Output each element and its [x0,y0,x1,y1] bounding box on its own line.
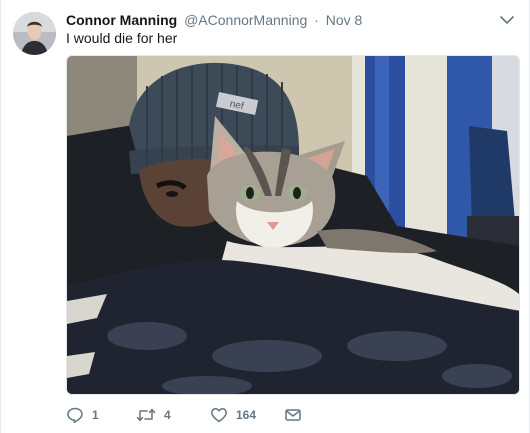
avatar[interactable] [13,12,56,55]
chevron-down-icon[interactable] [499,12,515,28]
tweet-timestamp[interactable]: Nov 8 [326,12,363,28]
author-handle[interactable]: @AConnorManning [184,12,307,28]
separator-dot: · [314,12,319,28]
tweet-header: Connor Manning @AConnorManning · Nov 8 [66,11,362,29]
retweet-icon [136,408,156,422]
tweet-photo[interactable]: nef [66,55,520,395]
reply-button[interactable]: 1 [66,405,99,425]
like-button[interactable]: 164 [210,405,256,425]
heart-icon [211,408,227,423]
reply-icon [67,407,83,423]
tweet-actions: 1 4 164 [66,405,366,425]
retweet-button[interactable]: 4 [136,405,171,425]
photo-illustration: nef [67,56,519,394]
reply-count: 1 [92,408,99,422]
author-name[interactable]: Connor Manning [66,12,177,28]
envelope-icon [285,409,301,421]
retweet-count: 4 [164,408,171,422]
like-count: 164 [236,408,257,422]
tweet-card[interactable]: Connor Manning @AConnorManning · Nov 8 I… [0,0,530,433]
tweet-text: I would die for her [66,30,178,46]
direct-message-button[interactable] [284,405,302,425]
